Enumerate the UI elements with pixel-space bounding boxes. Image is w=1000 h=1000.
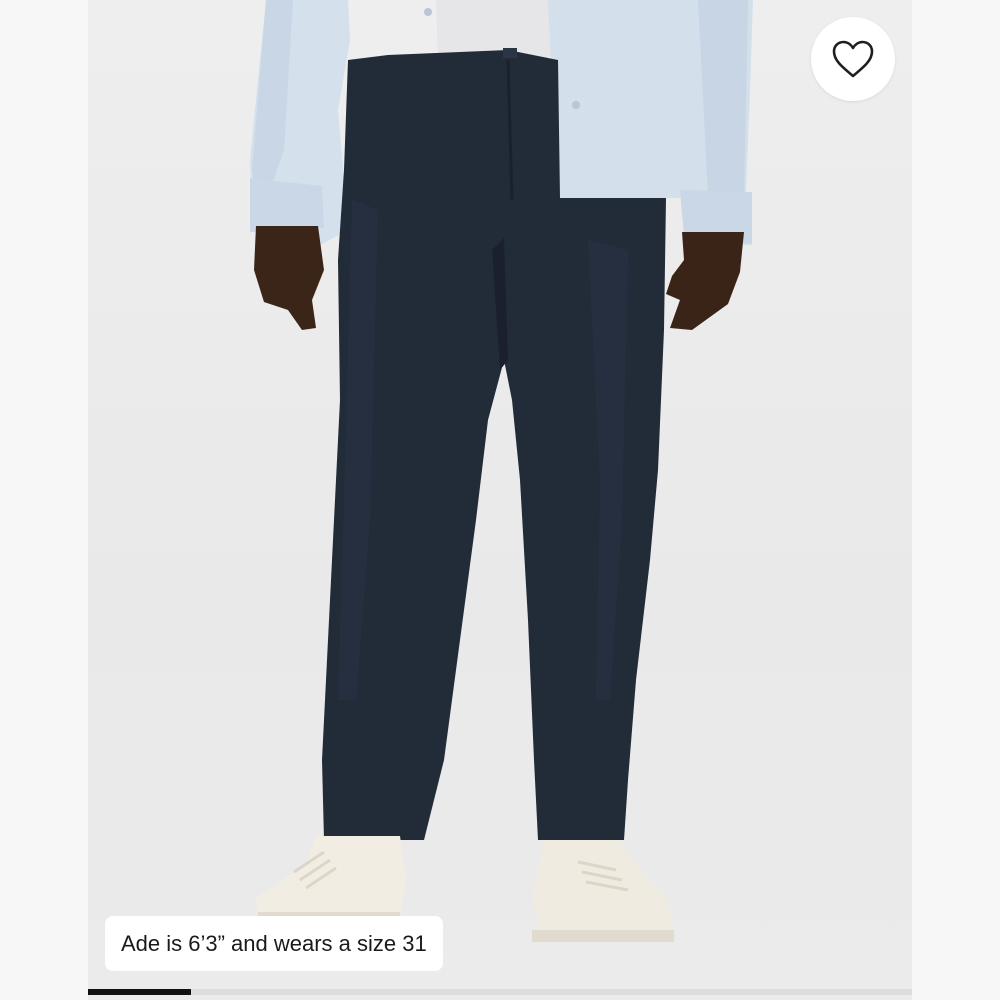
shoe-right <box>532 840 674 942</box>
favorite-button[interactable] <box>811 17 895 101</box>
product-photo <box>250 0 753 942</box>
left-hand <box>254 226 324 330</box>
right-hand <box>666 232 744 330</box>
caption-text: Ade is 6’3” and wears a size 31 <box>121 930 427 956</box>
gallery-progress-fill <box>88 989 191 995</box>
shirt-cuff-left <box>250 178 324 232</box>
shirt-button <box>572 101 580 109</box>
model-size-caption: Ade is 6’3” and wears a size 31 <box>105 916 443 971</box>
product-image-frame[interactable]: Ade is 6’3” and wears a size 31 <box>88 0 912 1000</box>
belt-loop <box>503 48 517 58</box>
shoe-left <box>256 836 406 920</box>
shirt-button <box>424 8 432 16</box>
heart-outline-icon <box>832 40 874 78</box>
gallery-progress-track <box>88 989 912 995</box>
